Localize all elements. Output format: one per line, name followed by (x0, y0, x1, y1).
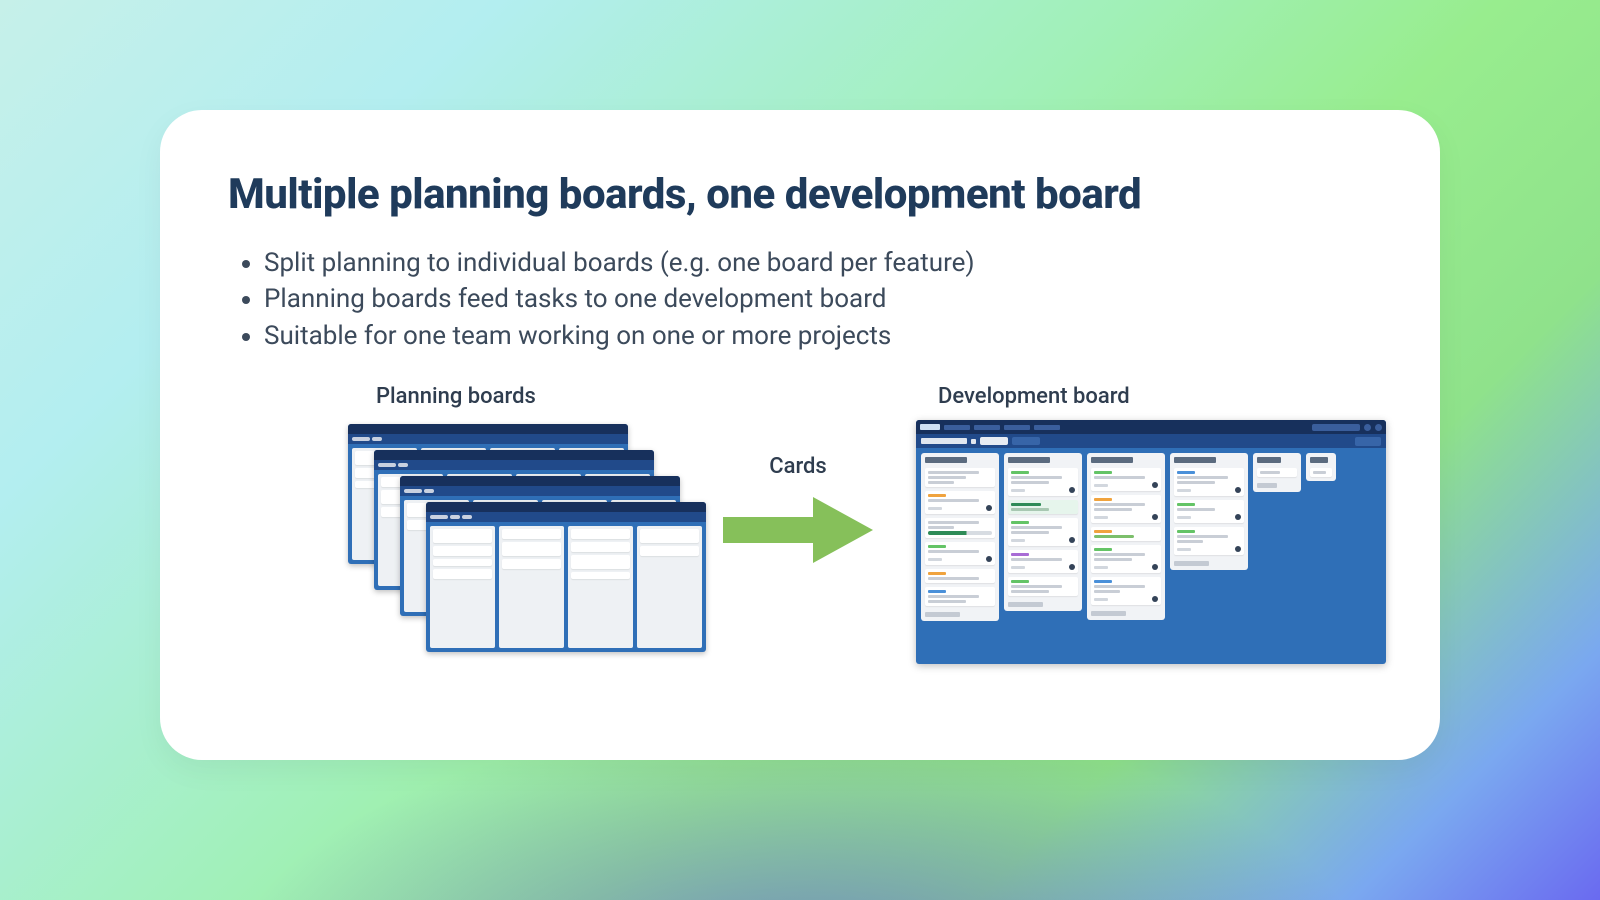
slide-card: Multiple planning boards, one developmen… (160, 110, 1440, 760)
bullet-item: Split planning to individual boards (e.g… (264, 245, 1372, 281)
planning-board-thumbnail (426, 502, 706, 652)
board-list (1306, 453, 1336, 481)
cards-arrow: Cards (698, 454, 898, 579)
board-list (1170, 453, 1248, 570)
development-board-label: Development board (938, 384, 1130, 409)
development-board-thumbnail (916, 420, 1386, 664)
bullet-list: Split planning to individual boards (e.g… (228, 245, 1372, 354)
board-list (1004, 453, 1082, 611)
board-list (1087, 453, 1165, 620)
board-list (921, 453, 999, 621)
arrow-icon (713, 485, 883, 575)
bullet-item: Suitable for one team working on one or … (264, 318, 1372, 354)
diagram: Planning boards Development board (228, 384, 1372, 684)
planning-boards-stack (348, 424, 668, 654)
arrow-label: Cards (698, 454, 898, 479)
slide-title: Multiple planning boards, one developmen… (228, 170, 1372, 219)
bullet-item: Planning boards feed tasks to one develo… (264, 281, 1372, 317)
board-list (1253, 453, 1301, 492)
planning-boards-label: Planning boards (376, 384, 536, 409)
